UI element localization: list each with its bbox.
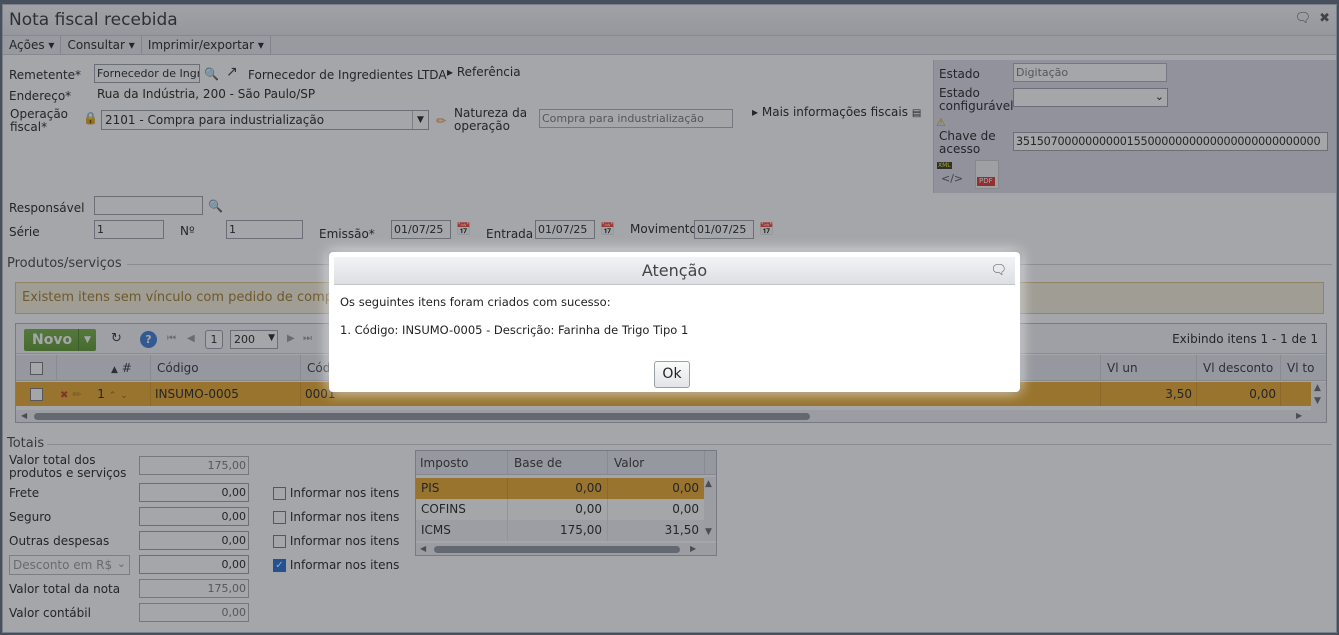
- dialog-message: Os seguintes itens foram criados com suc…: [340, 295, 611, 309]
- dialog-item: 1. Código: INSUMO-0005 - Descrição: Fari…: [340, 323, 689, 337]
- atencao-dialog: Atenção 🗨 Os seguintes itens foram criad…: [329, 252, 1020, 392]
- dialog-header: Atenção 🗨: [334, 257, 1015, 285]
- comment-icon[interactable]: 🗨: [990, 263, 1007, 278]
- dialog-title: Atenção: [641, 261, 708, 280]
- ok-button[interactable]: Ok: [654, 361, 690, 388]
